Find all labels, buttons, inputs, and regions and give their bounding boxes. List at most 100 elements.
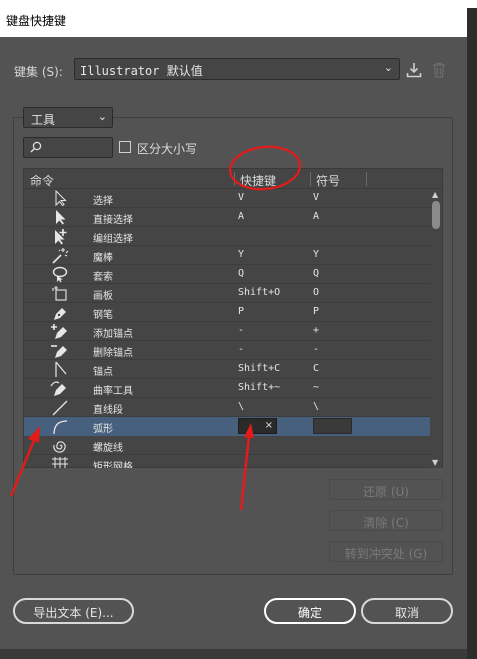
rectangular-grid-tool-icon (52, 457, 68, 468)
table-header: 命令 快捷键 符号 (24, 169, 442, 189)
magic-wand-tool-icon (52, 248, 69, 264)
delete-anchor-point-icon (51, 345, 67, 358)
category-value: 工具 (31, 113, 56, 127)
table-row[interactable]: 直接选择 A A (24, 208, 430, 227)
command-name: 删除锚点 (93, 348, 133, 359)
selection-tool-icon (55, 190, 67, 207)
symbol-value[interactable]: Y (313, 249, 319, 260)
shortcut-value[interactable]: Y (238, 249, 244, 260)
shortcut-value[interactable]: Shift+C (238, 363, 280, 374)
symbol-value[interactable]: V (313, 192, 319, 203)
scroll-down-icon[interactable]: ▼ (432, 458, 438, 467)
command-name: 画板 (93, 291, 113, 302)
table-row[interactable]: 钢笔 P P (24, 303, 430, 322)
arc-tool-icon (53, 420, 68, 435)
table-row[interactable]: 锚点 Shift+C C (24, 360, 430, 379)
table-row[interactable]: 删除锚点 - - (24, 341, 430, 360)
table-row[interactable]: 魔棒 Y Y (24, 246, 430, 265)
column-symbol[interactable]: 符号 (316, 172, 340, 189)
symbol-value[interactable]: C (313, 363, 319, 374)
symbol-value[interactable]: O (313, 287, 319, 298)
save-keyset-icon[interactable] (406, 62, 422, 78)
shortcut-value[interactable]: A (238, 211, 244, 222)
symbol-value[interactable]: P (313, 306, 319, 317)
keyset-label: 键集 (S): (14, 65, 63, 79)
window-title: 键盘快捷键 (6, 14, 67, 28)
command-name: 钢笔 (93, 310, 113, 321)
window-edge (467, 0, 477, 659)
keyset-value: Illustrator 默认值 (80, 64, 203, 78)
keyset-dropdown[interactable]: Illustrator 默认值 ⌄ (74, 58, 400, 80)
command-name: 编组选择 (93, 234, 133, 245)
shortcut-value[interactable]: Shift+~ (238, 382, 280, 393)
shortcut-value[interactable]: Shift+O (238, 287, 280, 298)
command-name: 套索 (93, 272, 113, 283)
search-input[interactable] (23, 137, 113, 158)
table-row-selected[interactable]: 弧形 × (24, 417, 430, 436)
command-name: 添加锚点 (93, 329, 133, 340)
chevron-down-icon: ⌄ (383, 61, 393, 74)
table-row[interactable]: 螺旋线 (24, 436, 430, 455)
match-case-label: 区分大小写 (137, 142, 198, 156)
table-row[interactable]: 直线段 \ \ (24, 398, 430, 417)
table-body: 选择 V V 直接选择 A A 编组选择 魔棒 Y Y 套索 Q Q 画板 Sh… (24, 189, 430, 468)
window-title-bar: 键盘快捷键 (0, 0, 467, 37)
scroll-up-icon[interactable]: ▲ (432, 190, 438, 199)
clear-button[interactable]: 清除 (C) (329, 510, 443, 531)
goto-conflict-button[interactable]: 转到冲突处 (G) (329, 541, 443, 562)
symbol-value[interactable]: - (313, 344, 319, 355)
shortcut-edit-field[interactable]: × (238, 418, 277, 434)
shortcut-value[interactable]: - (238, 325, 244, 336)
symbol-value[interactable]: \ (313, 401, 319, 412)
lasso-tool-icon (52, 266, 68, 283)
scroll-thumb[interactable] (432, 201, 440, 229)
shortcut-value[interactable]: Q (238, 268, 244, 279)
column-shortcut[interactable]: 快捷键 (240, 172, 276, 189)
ok-button[interactable]: 确定 (264, 598, 356, 624)
export-text-button[interactable]: 导出文本 (E)... (13, 598, 134, 624)
shortcut-value[interactable]: \ (238, 401, 244, 412)
command-name: 弧形 (93, 424, 113, 435)
cancel-button[interactable]: 取消 (361, 598, 453, 624)
undo-button[interactable]: 还原 (U) (329, 479, 443, 500)
shortcut-value[interactable]: - (238, 344, 244, 355)
anchor-point-tool-icon (55, 361, 67, 377)
command-name: 螺旋线 (93, 443, 123, 454)
command-name: 直线段 (93, 405, 123, 416)
pen-tool-icon (54, 308, 66, 320)
symbol-value[interactable]: Q (313, 268, 319, 279)
command-name: 曲率工具 (93, 386, 133, 397)
shortcut-category-dropdown[interactable]: 工具 ⌄ (23, 107, 113, 128)
command-name: 直接选择 (93, 215, 133, 226)
window-bottom-edge (0, 649, 467, 659)
table-row[interactable]: 选择 V V (24, 189, 430, 208)
table-scrollbar[interactable]: ▲ ▼ (430, 189, 442, 468)
symbol-value[interactable]: ~ (313, 382, 319, 393)
table-row[interactable]: 套索 Q Q (24, 265, 430, 284)
shortcut-value[interactable]: P (238, 306, 244, 317)
table-row[interactable]: 画板 Shift+O O (24, 284, 430, 303)
command-name: 锚点 (93, 367, 113, 378)
table-row[interactable]: 矩形网格 (24, 455, 430, 468)
artboard-tool-icon (52, 286, 67, 301)
group-selection-tool-icon (55, 229, 67, 245)
shortcut-table: 命令 快捷键 符号 选择 V V 直接选择 A A 编组选择 魔棒 Y Y 套索… (23, 168, 443, 468)
symbol-edit-field[interactable] (313, 418, 352, 434)
table-row[interactable]: 编组选择 (24, 227, 430, 246)
curvature-tool-icon (50, 381, 66, 396)
search-icon (30, 141, 42, 153)
spiral-tool-icon (53, 441, 66, 453)
symbol-value[interactable]: + (313, 325, 319, 336)
column-command[interactable]: 命令 (30, 172, 54, 189)
shortcut-value[interactable]: V (238, 192, 244, 203)
trash-icon[interactable] (432, 62, 446, 78)
symbol-value[interactable]: A (313, 211, 319, 222)
direct-selection-tool-icon (56, 210, 66, 225)
match-case-checkbox[interactable] (119, 141, 131, 153)
command-name: 魔棒 (93, 253, 113, 264)
command-name: 矩形网格 (93, 462, 133, 468)
clear-shortcut-icon[interactable]: × (265, 420, 273, 431)
chevron-down-icon: ⌄ (97, 110, 107, 123)
table-row[interactable]: 曲率工具 Shift+~ ~ (24, 379, 430, 398)
table-row[interactable]: 添加锚点 - + (24, 322, 430, 341)
